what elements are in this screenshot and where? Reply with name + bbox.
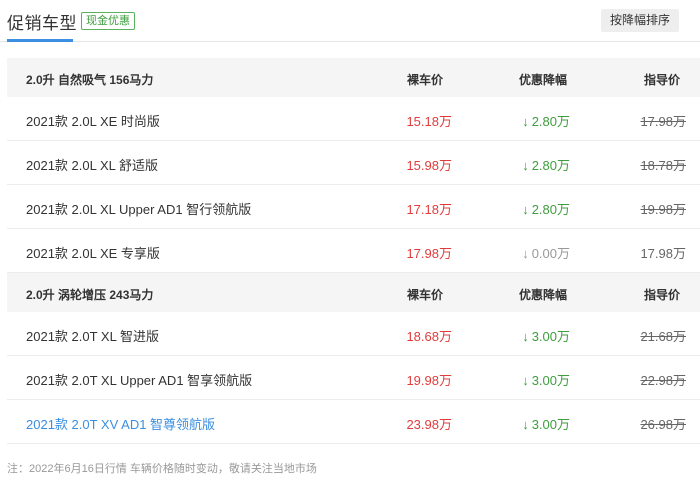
bare-price: 23.98万	[406, 417, 452, 432]
bare-price: 18.68万	[406, 329, 452, 344]
model-name[interactable]: 2021款 2.0L XL Upper AD1 智行领航版	[26, 199, 251, 218]
guide-price: 22.98万	[640, 373, 686, 388]
model-name[interactable]: 2021款 2.0L XL 舒适版	[26, 155, 158, 174]
group-header-engine: 2.0升 涡轮增压 243马力 裸车价 优惠降幅 指导价	[7, 273, 700, 312]
discount-value: ↓ 2.80万	[522, 111, 570, 130]
model-name[interactable]: 2021款 2.0T XL 智进版	[26, 326, 159, 345]
col-header-price: 裸车价	[407, 73, 444, 87]
cash-discount-badge: 现金优惠	[81, 12, 135, 30]
discount-value: ↓ 0.00万	[522, 243, 570, 262]
page-title[interactable]: 促销车型	[7, 9, 77, 34]
group-header-engine: 2.0升 自然吸气 156马力 裸车价 优惠降幅 指导价	[7, 58, 700, 97]
arrow-down-icon: ↓	[522, 158, 529, 173]
arrow-down-icon: ↓	[522, 373, 529, 388]
model-name[interactable]: 2021款 2.0T XL Upper AD1 智享领航版	[26, 370, 252, 389]
table-row[interactable]: 2021款 2.0L XE 专享版 17.98万 ↓ 0.00万 17.98万	[7, 229, 700, 273]
price-footnote: 注：2022年6月16日行情 车辆价格随时变动，敬请关注当地市场	[7, 463, 317, 475]
table-row[interactable]: 2021款 2.0T XL 智进版 18.68万 ↓ 3.00万 21.68万	[7, 312, 700, 356]
guide-price: 26.98万	[640, 417, 686, 432]
sort-by-discount-button[interactable]: 按降幅排序	[601, 9, 679, 32]
discount-amount: 2.80万	[531, 114, 570, 129]
table-row[interactable]: 2021款 2.0L XE 时尚版 15.18万 ↓ 2.80万 17.98万	[7, 97, 700, 141]
guide-price: 17.98万	[640, 246, 686, 261]
model-name[interactable]: 2021款 2.0L XE 时尚版	[26, 111, 160, 130]
discount-value: ↓ 3.00万	[522, 414, 570, 433]
discount-amount: 0.00万	[531, 246, 570, 261]
header: 促销车型 现金优惠 按降幅排序	[0, 0, 700, 42]
discount-value: ↓ 2.80万	[522, 199, 570, 218]
promo-table: 2.0升 自然吸气 156马力 裸车价 优惠降幅 指导价 2021款 2.0L …	[7, 58, 700, 444]
discount-value: ↓ 2.80万	[522, 155, 570, 174]
table-row[interactable]: 2021款 2.0T XL Upper AD1 智享领航版 19.98万 ↓ 3.…	[7, 356, 700, 400]
engine-label: 2.0升 自然吸气 156马力	[26, 73, 154, 87]
arrow-down-icon: ↓	[522, 114, 529, 129]
arrow-down-icon: ↓	[522, 246, 529, 261]
col-header-discount: 优惠降幅	[519, 288, 568, 302]
bare-price: 19.98万	[406, 373, 452, 388]
col-header-guide: 指导价	[643, 288, 680, 302]
guide-price: 18.78万	[640, 158, 686, 173]
col-header-guide: 指导价	[643, 73, 680, 87]
bare-price: 15.18万	[406, 114, 452, 129]
discount-amount: 3.00万	[531, 373, 570, 388]
table-row[interactable]: 2021款 2.0L XL 舒适版 15.98万 ↓ 2.80万 18.78万	[7, 141, 700, 185]
table-row[interactable]: 2021款 2.0T XV AD1 智尊领航版 23.98万 ↓ 3.00万 26…	[7, 400, 700, 444]
model-name[interactable]: 2021款 2.0T XV AD1 智尊领航版	[26, 414, 215, 433]
col-header-discount: 优惠降幅	[519, 73, 568, 87]
discount-value: ↓ 3.00万	[522, 326, 570, 345]
bare-price: 17.98万	[406, 246, 452, 261]
model-name[interactable]: 2021款 2.0L XE 专享版	[26, 243, 160, 262]
arrow-down-icon: ↓	[522, 329, 529, 344]
discount-amount: 2.80万	[531, 202, 570, 217]
arrow-down-icon: ↓	[522, 417, 529, 432]
bare-price: 17.18万	[406, 202, 452, 217]
bare-price: 15.98万	[406, 158, 452, 173]
guide-price: 19.98万	[640, 202, 686, 217]
discount-amount: 3.00万	[531, 417, 570, 432]
guide-price: 17.98万	[640, 114, 686, 129]
table-row[interactable]: 2021款 2.0L XL Upper AD1 智行领航版 17.18万 ↓ 2.…	[7, 185, 700, 229]
arrow-down-icon: ↓	[522, 202, 529, 217]
discount-amount: 3.00万	[531, 329, 570, 344]
active-tab-underline	[7, 39, 73, 42]
discount-amount: 2.80万	[531, 158, 570, 173]
discount-value: ↓ 3.00万	[522, 370, 570, 389]
guide-price: 21.68万	[640, 329, 686, 344]
engine-label: 2.0升 涡轮增压 243马力	[26, 288, 154, 302]
col-header-price: 裸车价	[407, 288, 444, 302]
